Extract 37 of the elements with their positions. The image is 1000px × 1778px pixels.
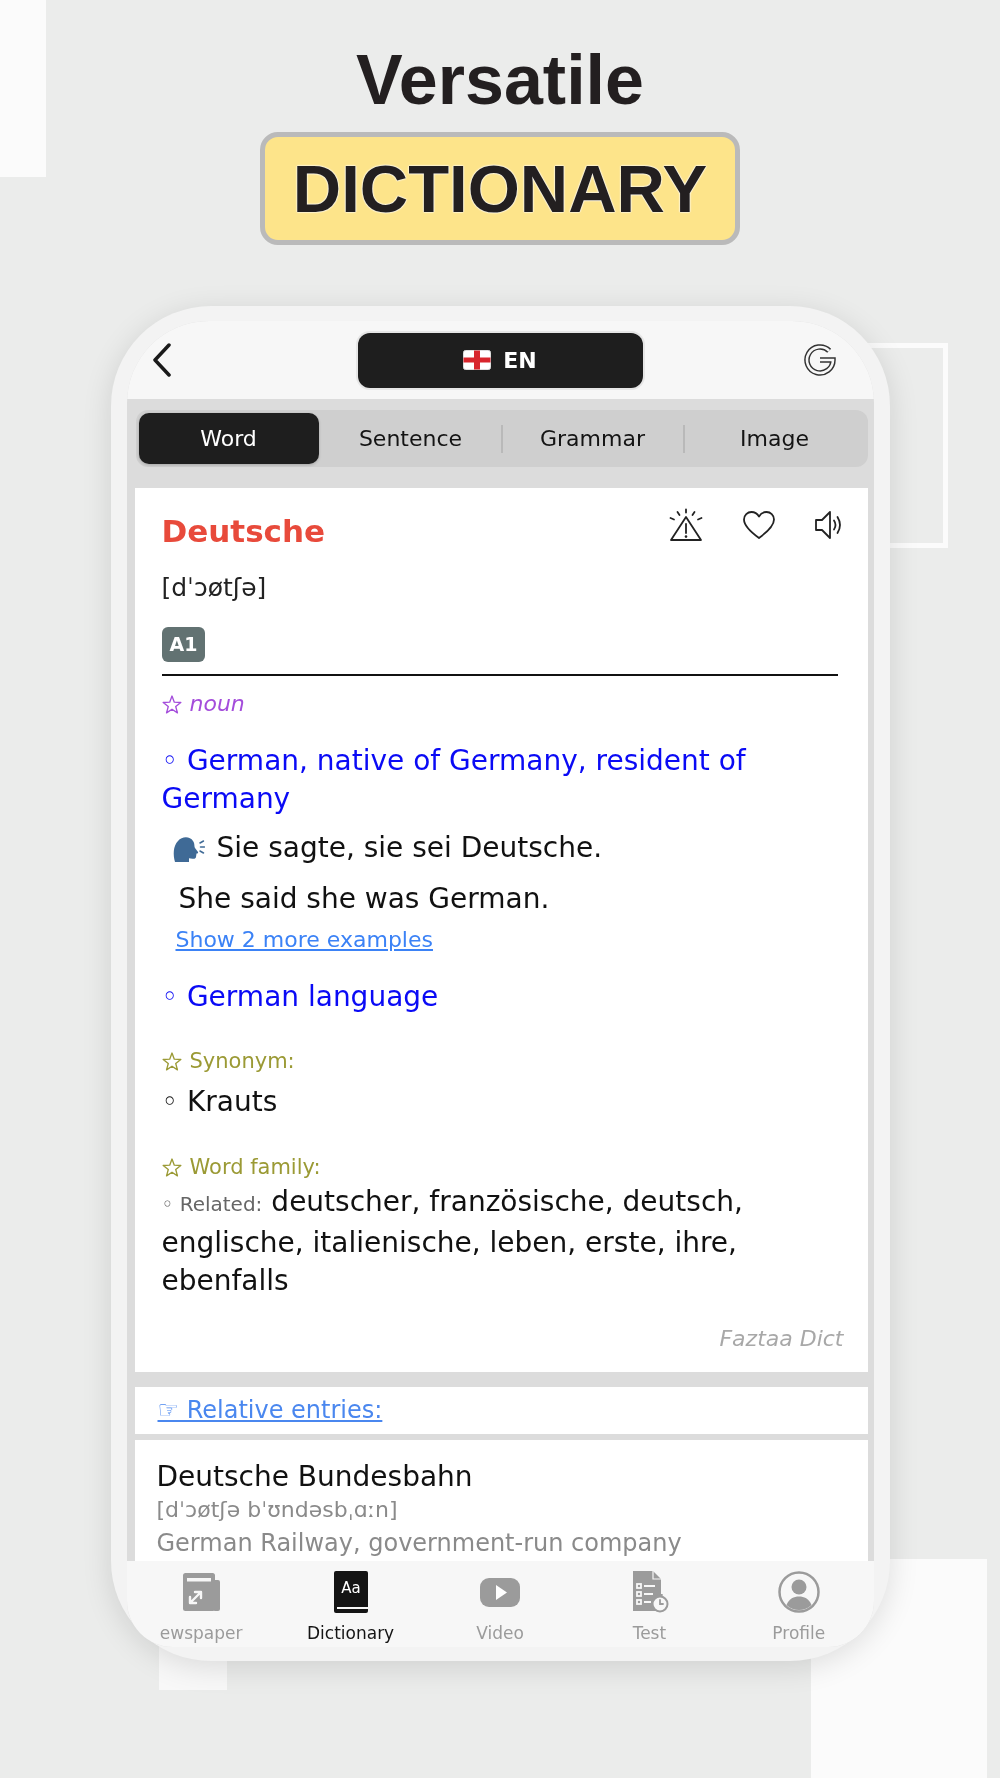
entry-meaning: German Railway, government-run company [156,1528,682,1557]
headline-title: Versatile [356,40,644,120]
nav-tab[interactable]: Aa Dictionary [307,1570,395,1643]
definition-text: ◦ German language [161,979,439,1015]
headword: Deutsche [161,512,326,551]
g-logo-icon[interactable] [802,343,837,377]
star-icon [161,1051,182,1071]
definition-text: ◦ German, native of Germany, resident of Germany [161,743,747,817]
example-translation: She said she was German. [178,881,550,917]
part-of-speech: noun [189,690,245,718]
star-icon [161,1157,182,1177]
language-selector[interactable]: EN [357,332,643,388]
section-heading: Word family: [189,1154,321,1181]
source-label: Faztaa Dict [719,1324,844,1353]
related-words-text: ◦ Related: deutscher, französische, deutsch, englische, italienische, leben, erste, ihre, ebenfalls [161,1184,744,1299]
phonetic-text: [dˈɔøtʃə] [161,572,267,604]
tab[interactable]: Image [684,413,865,464]
tab[interactable]: Word [138,413,319,464]
entry-word: Deutsche Bundesbahn [156,1458,473,1495]
more-examples-link[interactable]: Show 2 more examples [175,926,433,954]
example-sentence: Sie sagte, sie sei Deutsche. [216,830,603,866]
flag-icon [463,350,492,370]
warning-icon[interactable] [667,508,704,542]
entry-card[interactable]: Deutsche Bundesbahn [dˈɔøtʃə bˈʊndəsbˌɑːn] German Railway, government-run company [134,1439,868,1561]
profile-icon [776,1570,821,1614]
back-icon[interactable] [151,343,172,377]
tab[interactable]: Sentence [320,413,501,464]
tab[interactable]: Grammar [502,413,683,464]
synonym-text: ◦ Krauts [161,1084,278,1120]
heart-icon[interactable] [741,510,776,540]
section-heading: Synonym: [189,1048,295,1075]
highlight-banner: DICTIONARY [259,132,741,245]
entry-phonetic: [dˈɔøtʃə bˈʊndəsbˌɑːn] [156,1496,398,1523]
star-icon [161,694,182,714]
relative-entries-link[interactable]: ☞ Relative entries: [157,1395,383,1425]
level-badge: A1 [161,627,206,662]
speaker-icon[interactable] [813,509,844,541]
